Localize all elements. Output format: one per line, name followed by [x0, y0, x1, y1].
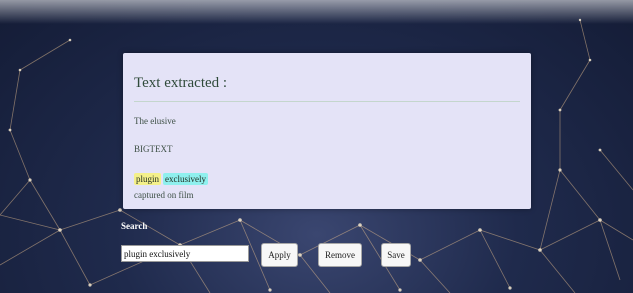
extracted-line-2: BIGTEXT: [134, 144, 173, 154]
text-extracted-panel: Text extracted : The elusive BIGTEXT plu…: [123, 53, 531, 209]
apply-button[interactable]: Apply: [261, 243, 298, 267]
highlight-plugin: plugin: [134, 173, 162, 185]
highlighted-line: plugin exclusively: [134, 173, 209, 185]
highlight-exclusively: exclusively: [163, 173, 209, 185]
search-input[interactable]: [121, 245, 249, 262]
remove-button[interactable]: Remove: [318, 243, 362, 267]
extracted-line-1: The elusive: [134, 116, 176, 126]
panel-divider: [134, 101, 520, 102]
search-label: Search: [121, 221, 148, 231]
extracted-line-3: captured on film: [134, 190, 194, 200]
background-scene: Text extracted : The elusive BIGTEXT plu…: [0, 0, 633, 293]
save-button[interactable]: Save: [381, 243, 411, 267]
top-light-glow: [0, 0, 633, 24]
panel-title: Text extracted :: [134, 75, 228, 91]
